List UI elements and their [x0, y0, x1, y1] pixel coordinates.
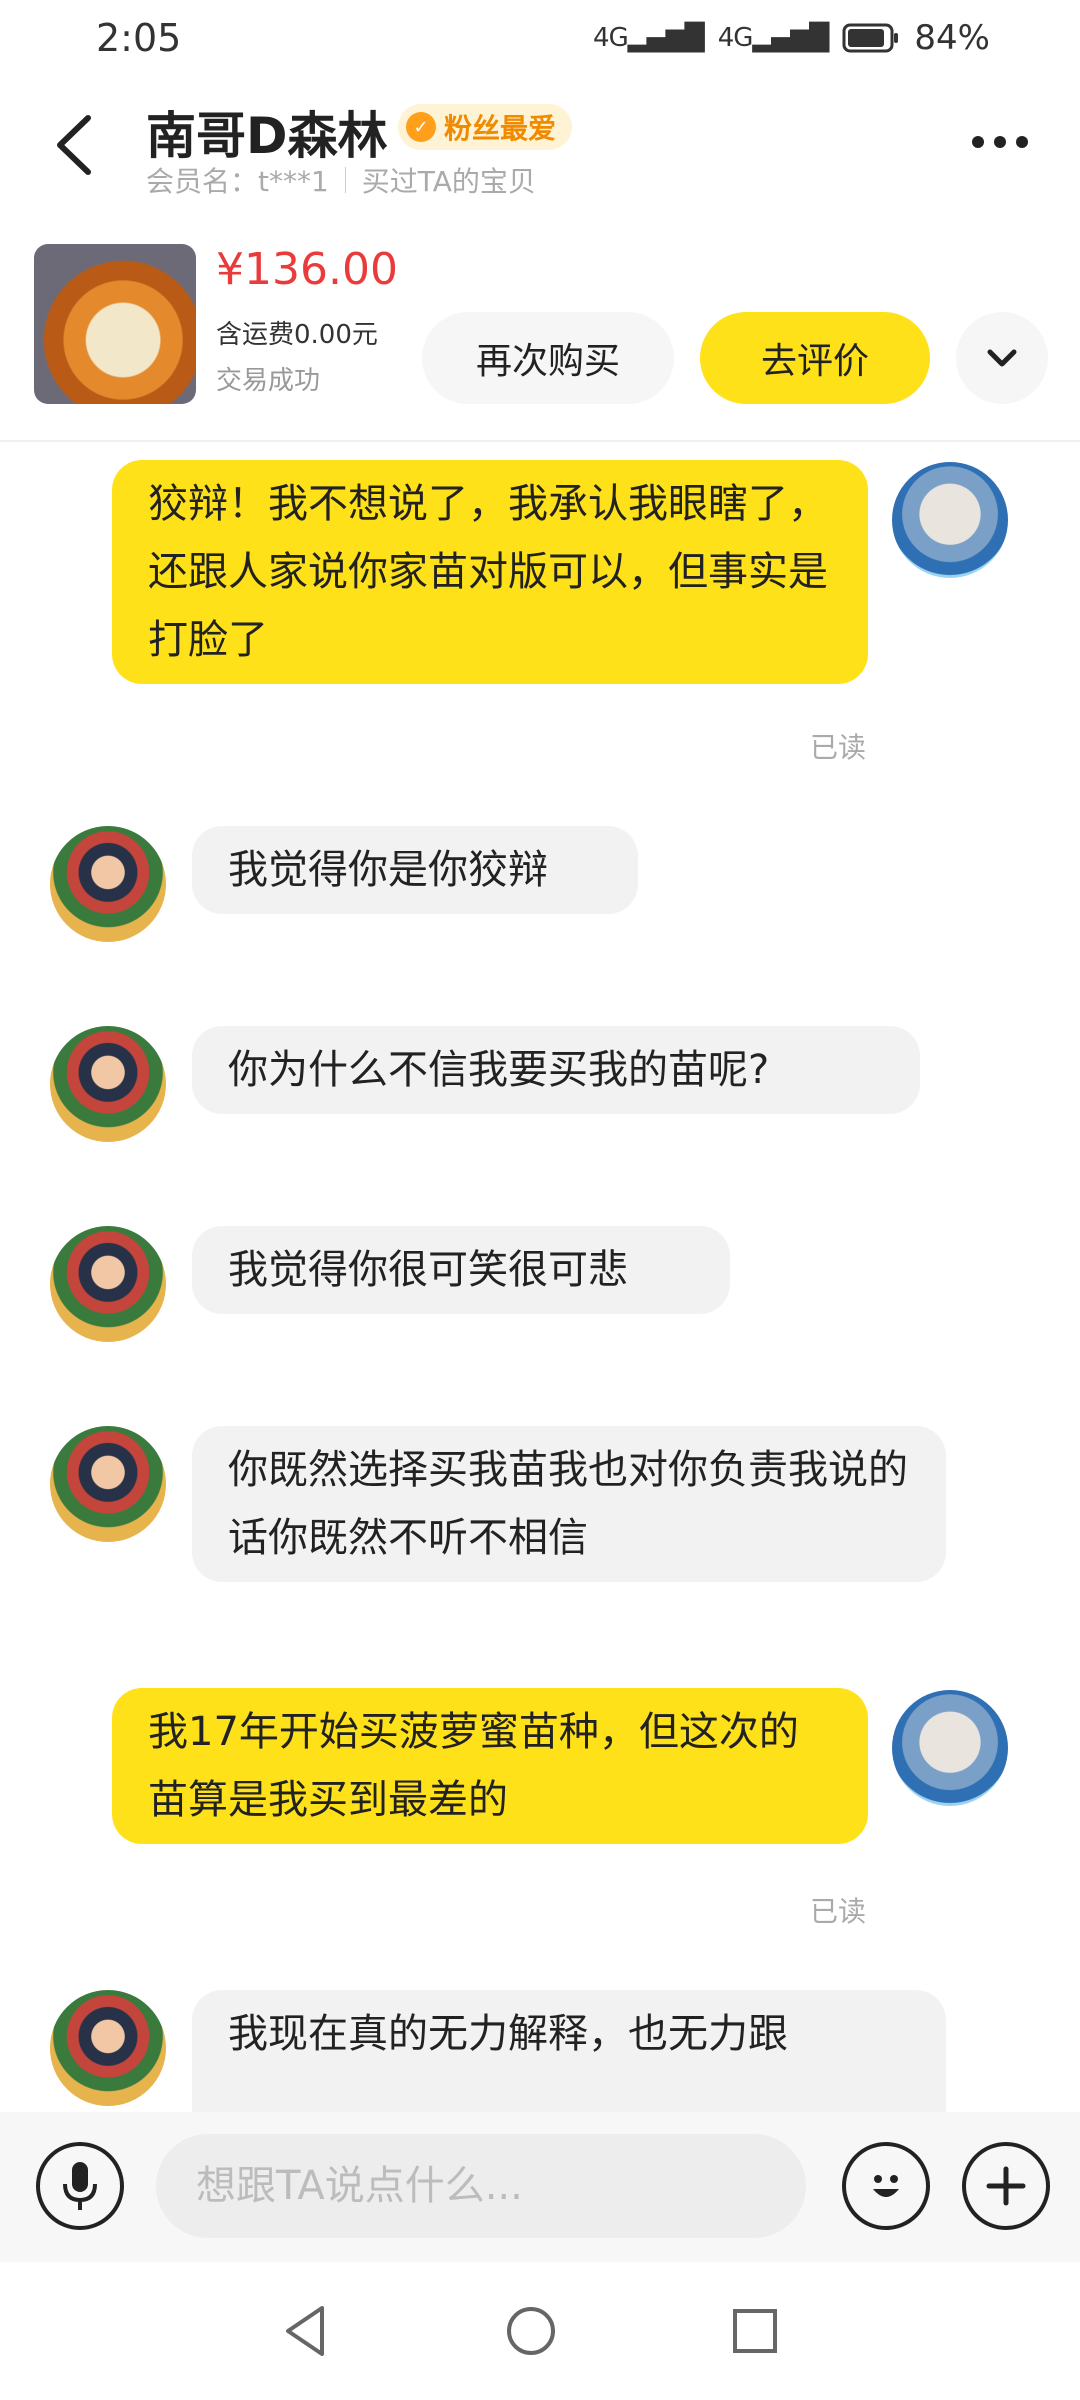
bought-items-link[interactable]: 买过TA的宝贝	[362, 160, 536, 200]
review-button[interactable]: 去评价	[700, 312, 930, 404]
more-options-icon[interactable]	[972, 136, 1028, 148]
status-indicators: 4G▂▄▆█ 4G▂▄▆█ 84%	[593, 18, 990, 58]
shop-title: 南哥D森林	[146, 107, 388, 165]
my-avatar[interactable]	[892, 1690, 1008, 1806]
message-bubble-received[interactable]: 我现在真的无力解释，也无力跟	[192, 1990, 946, 2112]
badge-check-icon: ✓	[406, 112, 436, 142]
voice-button[interactable]	[36, 2142, 124, 2230]
message-input[interactable]	[156, 2134, 806, 2238]
message-bubble-received[interactable]: 我觉得你是你狡辩	[192, 826, 638, 914]
seller-avatar[interactable]	[50, 1426, 166, 1542]
battery-icon	[842, 23, 899, 53]
status-bar: 2:05 4G▂▄▆█ 4G▂▄▆█ 84%	[0, 0, 1080, 82]
battery-percent: 84%	[914, 18, 990, 58]
signal-icon-2: 4G▂▄▆█	[717, 23, 830, 53]
message-bubble-sent[interactable]: 我17年开始买菠萝蜜苗种，但这次的苗算是我买到最差的	[112, 1688, 868, 1844]
subline-divider	[344, 167, 346, 193]
order-price: ¥136.00	[216, 244, 398, 295]
seller-avatar[interactable]	[50, 1990, 166, 2106]
badge-label: 粉丝最爱	[444, 112, 557, 145]
signal-icon: 4G▂▄▆█	[593, 23, 705, 53]
chevron-down-icon	[987, 349, 1017, 367]
rebuy-button[interactable]: 再次购买	[422, 312, 674, 404]
nav-home-icon[interactable]	[504, 2304, 558, 2358]
smiley-icon	[873, 2175, 899, 2197]
expand-order-button[interactable]	[956, 312, 1048, 404]
nav-recents-icon[interactable]	[730, 2306, 780, 2356]
chat-message-list[interactable]: 狡辩！我不想说了，我承认我眼瞎了，还跟人家说你家苗对版可以，但事实是打脸了 已读…	[0, 442, 1080, 2112]
message-bubble-received[interactable]: 你既然选择买我苗我也对你负责我说的话你既然不听不相信	[192, 1426, 946, 1582]
fan-favorite-badge: ✓ 粉丝最爱	[398, 104, 573, 150]
system-nav-bar	[0, 2262, 1080, 2400]
message-bubble-sent[interactable]: 狡辩！我不想说了，我承认我眼瞎了，还跟人家说你家苗对版可以，但事实是打脸了	[112, 460, 868, 684]
emoji-button[interactable]	[842, 2142, 930, 2230]
shipping-fee: 含运费0.00元	[216, 320, 378, 350]
message-bubble-received[interactable]: 我觉得你很可笑很可悲	[192, 1226, 730, 1314]
message-bubble-received[interactable]: 你为什么不信我要买我的苗呢?	[192, 1026, 920, 1114]
seller-avatar[interactable]	[50, 1026, 166, 1142]
read-receipt: 已读	[810, 731, 867, 764]
seller-avatar[interactable]	[50, 826, 166, 942]
shop-subline: 会员名：t***1 买过TA的宝贝	[146, 160, 536, 200]
my-avatar[interactable]	[892, 462, 1008, 578]
status-time: 2:05	[96, 16, 182, 60]
add-attachment-button[interactable]	[962, 2142, 1050, 2230]
product-thumbnail[interactable]	[34, 244, 196, 404]
nav-back-icon[interactable]	[280, 2304, 330, 2358]
plus-icon	[986, 2166, 1026, 2206]
microphone-icon	[63, 2162, 97, 2210]
trade-status: 交易成功	[216, 366, 321, 396]
read-receipt: 已读	[810, 1895, 867, 1928]
member-name: 会员名：t***1	[146, 165, 329, 198]
seller-avatar[interactable]	[50, 1226, 166, 1342]
back-arrow-icon[interactable]	[50, 110, 100, 180]
